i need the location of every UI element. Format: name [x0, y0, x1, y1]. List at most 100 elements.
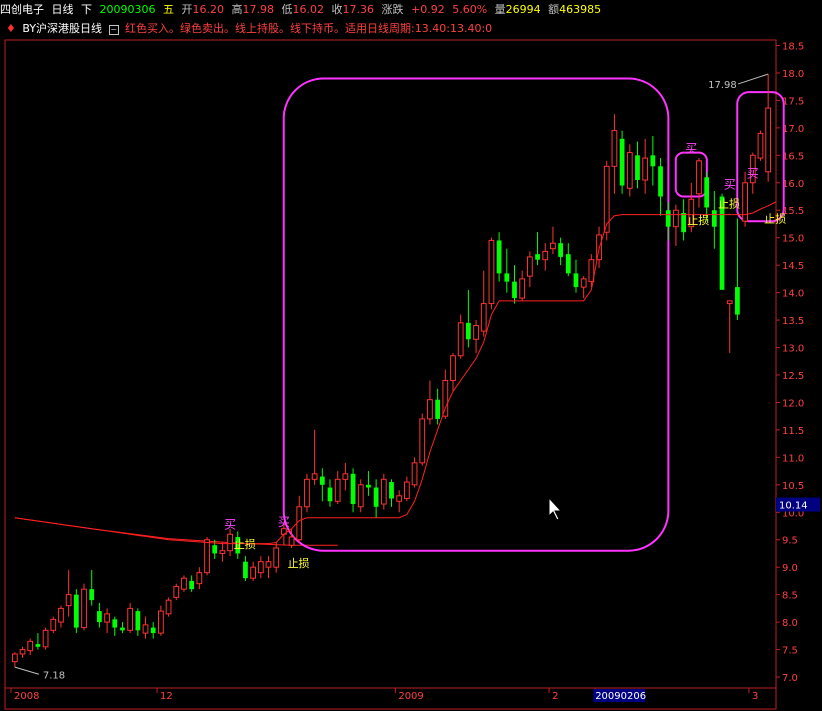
candle-body — [427, 399, 433, 420]
amount-value: 463985 — [559, 3, 602, 16]
buy-signal-label: 买 — [278, 515, 290, 529]
candle-body — [173, 585, 180, 598]
candle-body — [127, 607, 134, 631]
date-axis: 2008 12 2009 2 20090206 3 — [10, 688, 758, 702]
candle-body — [165, 599, 172, 615]
candle-body — [89, 589, 95, 601]
indicator-value-2: :13.40 — [446, 22, 482, 35]
candle-body — [480, 303, 487, 332]
candle-body — [519, 278, 526, 299]
stop-loss-label: 止损 — [234, 537, 256, 551]
candle-body — [665, 210, 671, 227]
candle-body — [142, 624, 149, 634]
candle-body — [50, 618, 57, 631]
y-tick-label: 18.0 — [782, 69, 804, 80]
candle-body — [120, 627, 125, 631]
y-tick-label: 16.5 — [782, 151, 804, 162]
candle-body — [319, 476, 325, 485]
x-tick-label: 20090206 — [595, 691, 646, 702]
highlight-boxes — [282, 77, 785, 552]
candle-body — [73, 594, 79, 628]
candle-body — [611, 130, 618, 167]
change-percent: 5.60% — [452, 3, 488, 16]
current-price-tag: 10.14 — [776, 497, 820, 512]
candle-body — [97, 611, 102, 623]
y-tick-label: 11.0 — [782, 453, 804, 464]
candle-body — [257, 561, 264, 574]
indicator-marker-icon[interactable]: ♦ — [6, 22, 16, 35]
candle-body — [42, 629, 49, 648]
candle-body — [357, 484, 364, 508]
open-value: 16.20 — [192, 3, 225, 16]
candle-body — [496, 240, 502, 274]
indicator-value-3: :0 — [481, 22, 493, 35]
close-value: 17.36 — [342, 3, 375, 16]
y-tick-label: 12.0 — [782, 398, 804, 409]
y-tick-label: 8.5 — [782, 591, 798, 602]
candle-body — [158, 610, 164, 634]
indicator-bar: ♦ BY沪深港股日线 − 红色买入。绿色卖出。线上持股。线下持币。适用日线周期:… — [0, 20, 822, 38]
mouse-cursor-icon — [548, 496, 563, 521]
candle-body — [81, 588, 87, 629]
candle-body — [27, 640, 34, 652]
candle-body — [58, 607, 64, 623]
candle-body — [696, 160, 702, 195]
low-value-label: 7.18 — [43, 670, 65, 681]
open-label: 开 — [181, 3, 193, 16]
candle-body — [342, 473, 349, 480]
candle-body — [196, 572, 203, 585]
y-tick-label: 7.0 — [782, 673, 798, 684]
high-pointer — [738, 73, 769, 85]
indicator-name[interactable]: BY沪深港股日线 — [22, 22, 102, 35]
candle-body — [565, 254, 571, 274]
y-tick-label: 14.0 — [782, 289, 804, 300]
quote-header: 四创电子 日线 下 20090306 五 开16.20 高17.98 低16.0… — [0, 0, 822, 20]
trend-line-series — [14, 201, 777, 545]
y-tick-label: 15.0 — [782, 234, 804, 245]
period-label[interactable]: 日线 — [52, 3, 74, 16]
candle-body — [504, 273, 510, 282]
candle-body — [380, 478, 387, 505]
candle-body — [642, 157, 649, 181]
buy-signal-label: 买 — [747, 166, 759, 180]
highlight-box — [282, 77, 670, 552]
candle-body — [550, 242, 556, 250]
amount-label: 额 — [548, 3, 560, 16]
low-value: 16.02 — [292, 3, 325, 16]
candle-body — [580, 278, 587, 288]
candlestick-chart[interactable]: 7.07.58.08.59.09.510.010.511.011.512.012… — [0, 38, 822, 711]
buy-signal-label: 买 — [685, 142, 697, 156]
candle-body — [350, 473, 356, 505]
candle-body — [535, 254, 540, 260]
trend-line — [14, 201, 777, 545]
candle-body — [619, 138, 625, 186]
y-tick-label: 10.5 — [782, 481, 804, 492]
price-axis: 7.07.58.08.59.09.510.010.511.011.512.012… — [776, 41, 804, 684]
indicator-description: 红色买入。绿色卖出。线上持股。线下持币。适用日线周期: — [125, 22, 415, 35]
stock-name[interactable]: 四创电子 — [0, 3, 44, 16]
candle-body — [711, 210, 717, 227]
stop-loss-label: 止损 — [687, 213, 709, 227]
y-tick-label: 13.5 — [782, 316, 804, 327]
candle-body — [719, 196, 725, 290]
candle-body — [558, 243, 563, 257]
candle-body — [104, 613, 110, 623]
candle-body — [181, 577, 187, 590]
candle-body — [204, 539, 210, 574]
change-label: 涨跌 — [381, 3, 404, 16]
candle-body — [457, 322, 464, 357]
quote-weekday: 五 — [163, 3, 174, 16]
y-tick-label: 8.0 — [782, 618, 798, 629]
y-tick-label: 9.0 — [782, 563, 798, 574]
candle-body — [635, 155, 640, 181]
y-tick-label: 18.5 — [782, 41, 804, 52]
y-tick-label: 14.5 — [782, 261, 804, 272]
candle-body — [304, 478, 310, 508]
candle-body — [465, 322, 471, 340]
collapse-icon[interactable]: − — [108, 25, 119, 35]
candle-body — [488, 239, 495, 305]
candle-body — [288, 536, 295, 546]
candle-body — [212, 545, 218, 554]
candle-body — [243, 561, 248, 579]
chart-frame — [4, 39, 777, 710]
